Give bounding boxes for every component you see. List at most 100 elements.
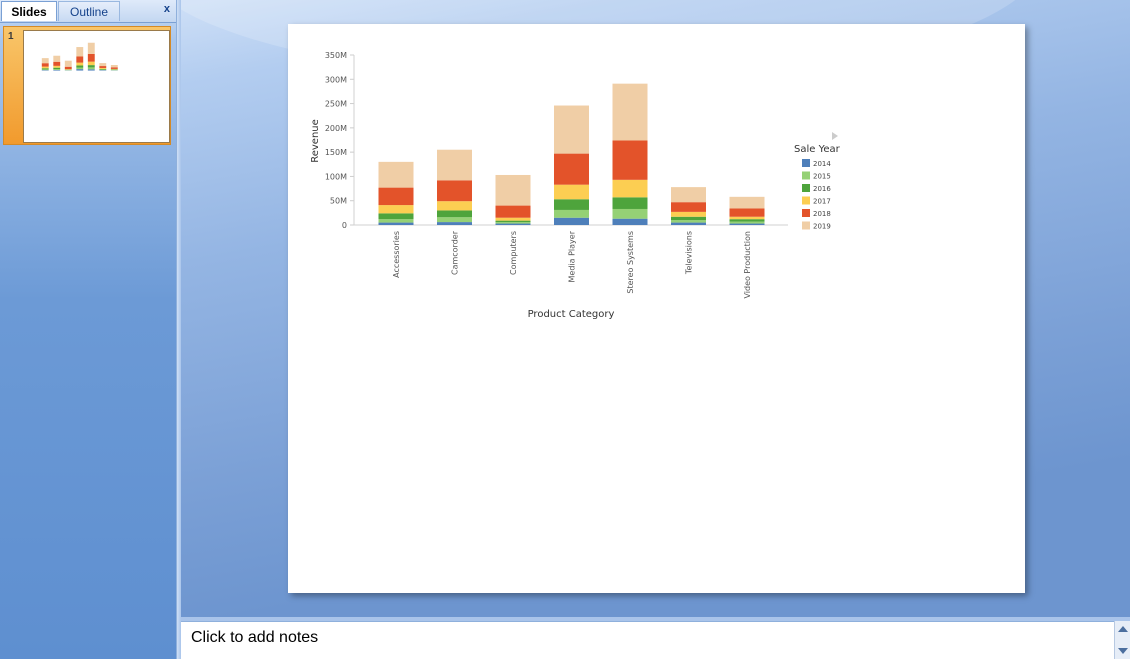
y-tick-label: 150M: [325, 148, 347, 157]
thumbnail-bar-segment: [64, 60, 72, 67]
bar-segment: [671, 187, 706, 203]
thumbnail-bar-segment: [110, 67, 118, 69]
thumbnail-bar-segment: [53, 61, 61, 66]
thumbnail-bar-segment: [64, 66, 72, 70]
bar-segment: [378, 205, 414, 214]
bar-segment: [671, 202, 706, 212]
bar-segment: [671, 211, 706, 217]
revenue-chart[interactable]: 0 50M 100M 150M 200M 250M 300M 350M Accessories…: [288, 24, 1025, 593]
close-pane-icon[interactable]: x: [164, 3, 170, 15]
thumbnail-bar-segment: [41, 58, 49, 64]
bar-segment: [612, 140, 648, 180]
x-tick-label: Media Player: [568, 230, 577, 282]
legend-swatch: [802, 159, 810, 167]
bar-segment: [495, 220, 531, 223]
thumbnail-bar-segment: [99, 63, 107, 67]
thumbnail-bar-segment: [53, 65, 61, 68]
slide-editing-area: 0 50M 100M 150M 200M 250M 300M 350M Accessories…: [181, 0, 1130, 617]
bar-segment: [554, 105, 589, 154]
thumbnail-bar-segment: [87, 65, 95, 68]
thumbnail-bar-segment: [99, 68, 107, 70]
bar-segment: [378, 219, 414, 223]
legend-items: 2014 2015 2016 2017 2018 2019: [802, 159, 831, 231]
y-tick-label: 100M: [325, 172, 347, 181]
bar-segment: [612, 83, 648, 141]
bars: [378, 83, 765, 225]
bar-segment: [378, 213, 414, 220]
bar-segment: [729, 196, 765, 209]
bar-segment: [554, 209, 589, 218]
thumbnail-bar-segment: [87, 42, 95, 54]
bar-segment: [378, 161, 414, 188]
y-tick-label: 0: [342, 221, 347, 230]
bar-segment: [729, 208, 765, 217]
legend-label: 2016: [813, 185, 831, 193]
bar-segment: [378, 187, 414, 206]
thumbnail-bar-segment: [76, 69, 84, 71]
bar-segment: [437, 201, 472, 211]
x-tick-label: Video Production: [743, 231, 752, 299]
bar-segment: [671, 220, 706, 223]
tab-outline[interactable]: Outline: [58, 1, 120, 21]
x-tick-labels: Accessories Camcorder Computers Media Playe…: [392, 230, 752, 298]
bar-segment: [729, 216, 765, 220]
thumbnail-bar-segment: [76, 65, 84, 68]
bar-segment: [437, 217, 472, 223]
notes-pane[interactable]: Click to add notes: [181, 621, 1114, 659]
x-tick-label: Accessories: [392, 231, 401, 278]
legend-label: 2015: [813, 173, 831, 181]
notes-scrollbar[interactable]: [1114, 621, 1130, 659]
y-tick-label: 50M: [330, 197, 347, 206]
thumbnail-bar-segment: [76, 67, 84, 70]
thumbnail-bar-segment: [53, 69, 61, 70]
bar-segment: [437, 210, 472, 218]
thumbnail-bar-segment: [87, 53, 95, 62]
legend: Sale Year 2014 2015 2016 2017 2018 2019: [794, 132, 841, 231]
y-tick-label: 300M: [325, 75, 347, 84]
legend-swatch: [802, 196, 810, 205]
thumbnail-bar-segment: [76, 62, 84, 66]
legend-swatch: [802, 221, 810, 230]
bar-segment: [554, 184, 589, 200]
bar-segment: [554, 199, 589, 210]
thumbnail-bar-segment: [53, 67, 61, 70]
y-axis-label: Revenue: [310, 119, 321, 163]
slide-canvas[interactable]: 0 50M 100M 150M 200M 250M 300M 350M Accessories…: [288, 24, 1025, 593]
slide-thumbnail[interactable]: 1: [3, 26, 171, 145]
slides-pane: Slides Outline x 1: [0, 0, 177, 659]
x-tick-label: Televisions: [685, 231, 694, 275]
thumbnail-chart-preview: [41, 42, 118, 71]
x-tick-label: Computers: [509, 231, 518, 275]
legend-scroll-arrow-icon[interactable]: [832, 132, 838, 140]
bar-segment: [554, 153, 589, 185]
thumbnail-bar-segment: [87, 61, 95, 66]
bar-segment: [612, 179, 648, 198]
bar-segment: [612, 197, 648, 209]
bar-segment: [729, 223, 765, 225]
thumbnail-bar-segment: [110, 65, 118, 68]
tab-slides[interactable]: Slides: [1, 1, 57, 21]
scroll-down-icon[interactable]: [1118, 648, 1128, 654]
bar-segment: [378, 222, 414, 225]
bar-segment: [729, 221, 765, 224]
legend-swatch: [802, 171, 810, 180]
bar-segment: [671, 216, 706, 221]
y-tick-label: 350M: [325, 51, 347, 60]
scroll-up-icon[interactable]: [1118, 626, 1128, 632]
thumbnail-bar-segment: [41, 69, 49, 71]
thumbnail-bar-segment: [87, 67, 95, 70]
thumbnail-bar-segment: [53, 55, 61, 62]
bar-segment: [612, 208, 648, 219]
legend-swatch: [802, 209, 810, 217]
thumbnail-bar-segment: [76, 56, 84, 63]
bar-segment: [495, 222, 531, 224]
thumbnail-bar-segment: [41, 66, 49, 69]
thumbnail-bar-segment: [87, 69, 95, 71]
thumbnail-bar-segment: [53, 69, 61, 71]
bar-segment: [437, 222, 472, 225]
bar-segment: [495, 223, 531, 225]
bar-segment: [612, 218, 648, 225]
y-tick-label: 200M: [325, 124, 347, 133]
bar-segment: [671, 222, 706, 225]
notes-placeholder: Click to add notes: [191, 629, 319, 646]
